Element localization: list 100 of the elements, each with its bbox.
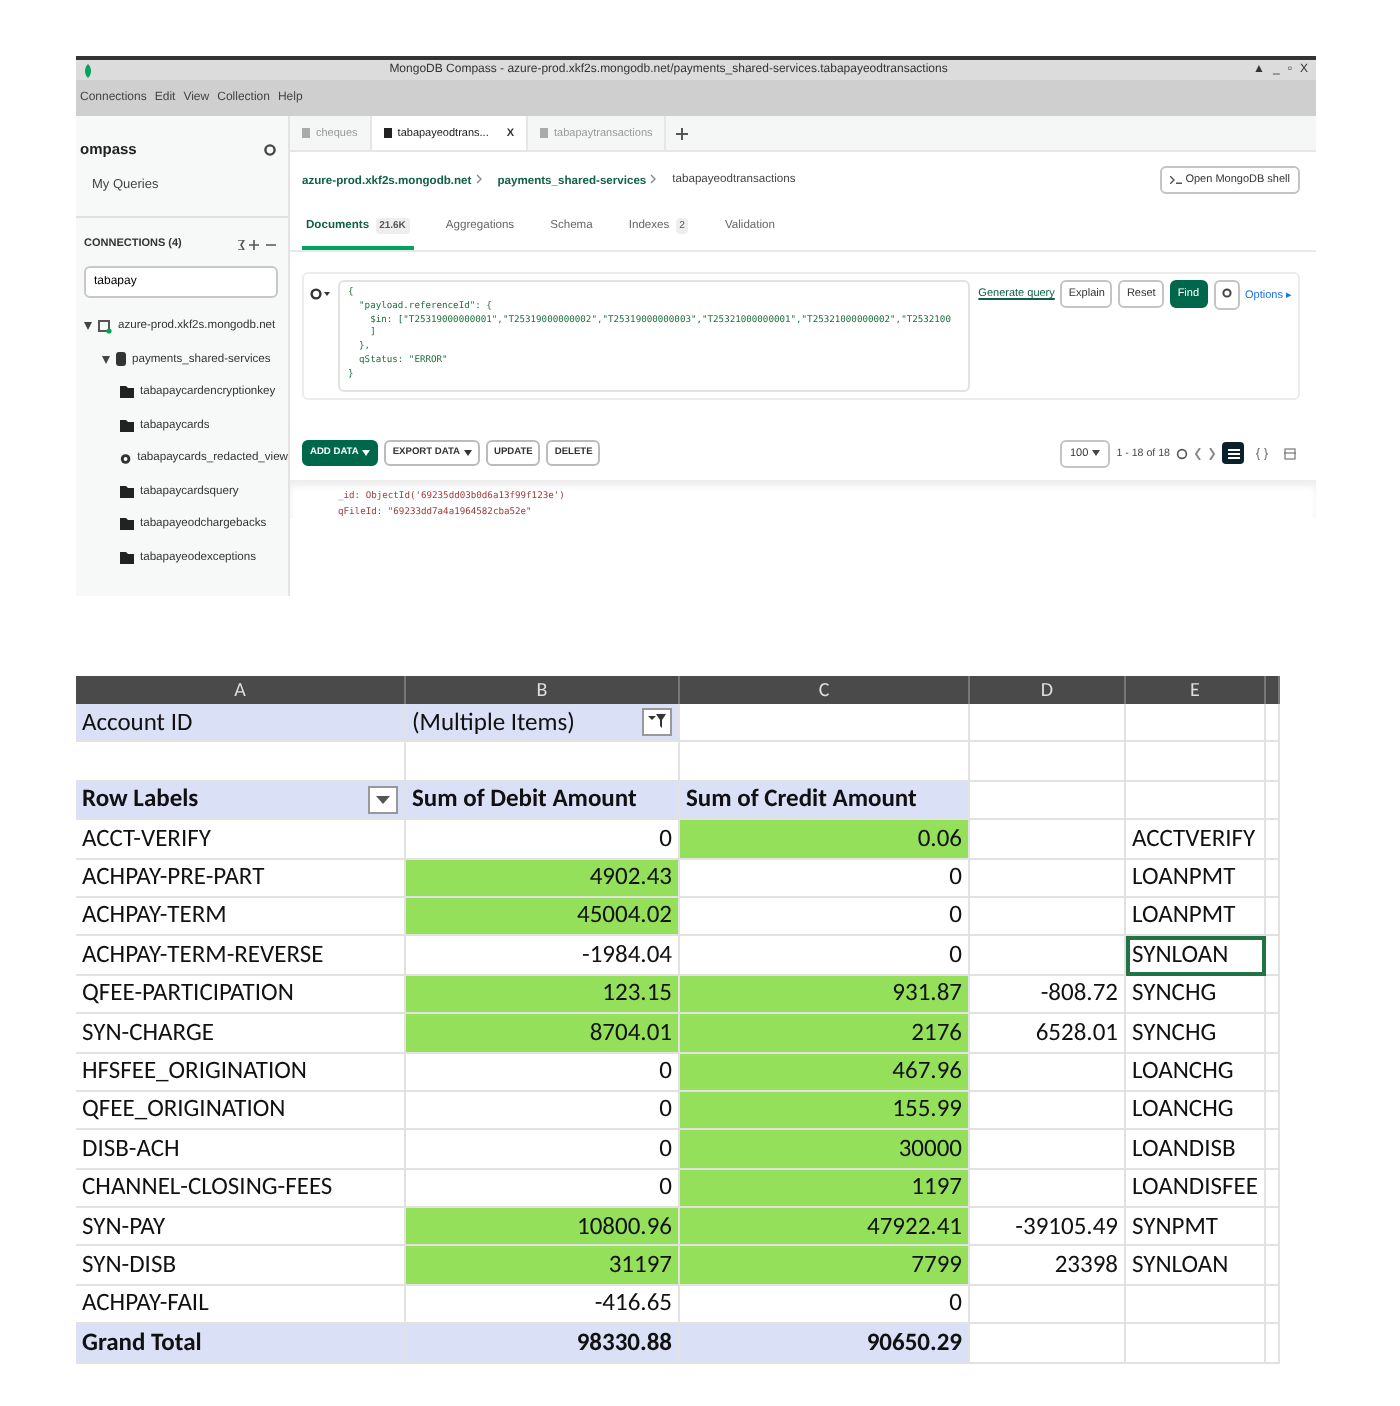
table-cell[interactable]: SYNLOAN xyxy=(1126,936,1266,976)
folder-icon xyxy=(120,551,134,564)
folder-icon xyxy=(383,128,392,138)
list-icon xyxy=(1227,447,1239,460)
table-cell: 30000 xyxy=(680,1130,970,1170)
list-view-button[interactable] xyxy=(1222,442,1244,465)
row-label: ACHPAY-FAIL xyxy=(76,1285,406,1325)
row-label: HFSFEE_ORIGINATION xyxy=(76,1053,406,1092)
database-icon xyxy=(116,352,126,367)
table-cell[interactable]: LOANDISFEE xyxy=(1126,1169,1266,1209)
table-cell: 0 xyxy=(680,897,970,937)
table-cell: 0 xyxy=(680,936,970,976)
row-label: ACHPAY-TERM xyxy=(76,897,406,937)
filter-dropdown-button[interactable] xyxy=(642,708,672,737)
column-header: C xyxy=(680,676,970,704)
table-view-button[interactable] xyxy=(1278,442,1300,465)
row-label: ACCT-VERIFY xyxy=(76,820,406,860)
gear-menu-icon[interactable] xyxy=(310,288,330,300)
row-labels-heading: Row Labels xyxy=(82,782,199,819)
table-cell[interactable]: SYNLOAN xyxy=(1126,1246,1266,1286)
table-cell: 0 xyxy=(406,1053,680,1092)
table-cell: 123.15 xyxy=(406,975,680,1015)
total-label: Grand Total xyxy=(76,1324,406,1364)
table-cell: 0 xyxy=(406,1169,680,1209)
caret-icon xyxy=(376,795,390,804)
table-cell: 0.06 xyxy=(680,820,970,860)
settings-icon[interactable] xyxy=(264,143,276,155)
caret-icon xyxy=(362,450,371,457)
table-cell: 31197 xyxy=(406,1246,680,1286)
column-header: D xyxy=(970,676,1126,704)
table-cell: -808.72 xyxy=(970,975,1126,1015)
total-cell: 98330.88 xyxy=(406,1324,680,1364)
caret-icon xyxy=(1092,450,1101,457)
folder-icon xyxy=(120,518,134,531)
settings-icon xyxy=(1221,288,1232,298)
folder-icon xyxy=(540,128,549,138)
filter-icon xyxy=(648,714,666,731)
column-header: A xyxy=(76,676,406,704)
table-cell: -39105.49 xyxy=(970,1208,1126,1247)
table-cell: -416.65 xyxy=(406,1285,680,1325)
row-label: QFEE-PARTICIPATION xyxy=(76,975,406,1015)
folder-icon xyxy=(302,128,310,138)
leaf-icon xyxy=(84,63,92,77)
row-label: ACHPAY-PRE-PART xyxy=(76,859,406,898)
table-cell[interactable]: LOANPMT xyxy=(1126,859,1266,898)
folder-icon xyxy=(120,419,134,432)
total-cell: 90650.29 xyxy=(680,1324,970,1364)
table-cell: 155.99 xyxy=(680,1091,970,1131)
connection-actions-icon[interactable] xyxy=(236,239,276,249)
table-cell: 23398 xyxy=(970,1246,1126,1286)
table-cell: 467.96 xyxy=(680,1053,970,1092)
table-cell: 931.87 xyxy=(680,975,970,1015)
view-icon xyxy=(120,451,132,466)
chevron-icon xyxy=(475,173,482,183)
folder-icon xyxy=(120,386,134,399)
table-cell[interactable]: LOANPMT xyxy=(1126,897,1266,937)
refresh-icon[interactable] xyxy=(1176,447,1188,460)
table-cell[interactable]: SYNPMT xyxy=(1126,1208,1266,1247)
table-cell[interactable]: LOANCHG xyxy=(1126,1091,1266,1131)
row-label: ACHPAY-TERM-REVERSE xyxy=(76,936,406,976)
table-cell[interactable]: LOANCHG xyxy=(1126,1053,1266,1092)
table-cell: Account ID xyxy=(76,704,406,743)
add-tab-icon[interactable] xyxy=(676,127,689,139)
row-label: CHANNEL-CLOSING-FEES xyxy=(76,1169,406,1209)
table-cell: 1197 xyxy=(680,1169,970,1209)
table-cell: 0 xyxy=(406,1091,680,1131)
terminal-icon xyxy=(1169,176,1182,184)
column-header xyxy=(1266,676,1280,704)
table-cell: 7799 xyxy=(680,1246,970,1286)
table-cell: 0 xyxy=(406,820,680,860)
table-cell[interactable]: LOANDISB xyxy=(1126,1130,1266,1170)
filter-value: (Multiple Items) xyxy=(412,705,575,741)
table-cell: 2176 xyxy=(680,1014,970,1054)
column-header: E xyxy=(1126,676,1266,704)
next-icon[interactable] xyxy=(1208,447,1216,460)
column-heading: Sum of Credit Amount xyxy=(680,781,970,821)
server-icon xyxy=(98,319,112,334)
table-cell[interactable]: SYNCHG xyxy=(1126,975,1266,1015)
table-cell: 6528.01 xyxy=(970,1014,1126,1054)
table-cell: 0 xyxy=(680,1285,970,1325)
dropdown-button[interactable] xyxy=(368,785,398,814)
column-header: B xyxy=(406,676,680,704)
table-cell: 45004.02 xyxy=(406,897,680,937)
folder-icon xyxy=(120,485,134,498)
table-cell: 47922.41 xyxy=(680,1208,970,1247)
table-cell: 10800.96 xyxy=(406,1208,680,1247)
table-cell: 8704.01 xyxy=(406,1014,680,1054)
table-cell[interactable]: ACCTVERIFY xyxy=(1126,820,1266,860)
table-cell[interactable]: SYNCHG xyxy=(1126,1014,1266,1054)
row-label: SYN-DISB xyxy=(76,1246,406,1286)
previous-icon[interactable] xyxy=(1194,447,1202,460)
table-cell: 0 xyxy=(406,1130,680,1170)
caret-icon xyxy=(464,450,473,457)
table-cell: 4902.43 xyxy=(406,859,680,898)
table-cell: -1984.04 xyxy=(406,936,680,976)
column-heading: Sum of Debit Amount xyxy=(406,781,680,821)
settings-button[interactable] xyxy=(1213,280,1240,310)
table-cell: 0 xyxy=(680,859,970,898)
row-label: SYN-PAY xyxy=(76,1208,406,1247)
row-label: QFEE_ORIGINATION xyxy=(76,1091,406,1131)
